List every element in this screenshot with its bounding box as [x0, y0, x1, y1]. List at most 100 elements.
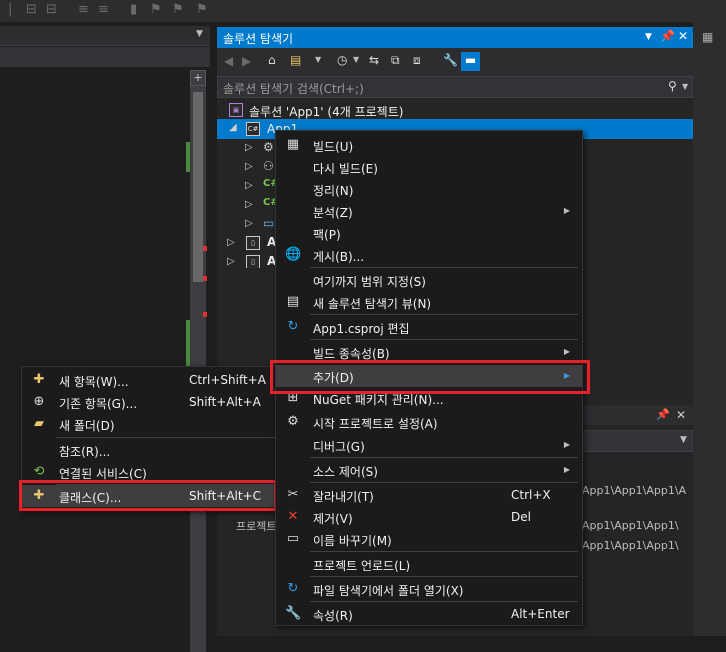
menu-item-remove[interactable]: ✕ 제거(V) Del [276, 506, 582, 528]
menu-item-cut[interactable]: ✂ 잘라내기(T) Ctrl+X [276, 484, 582, 506]
navigation-bar[interactable] [0, 47, 210, 67]
connected-service-icon: ⟲ [33, 464, 45, 479]
path-text: App1\App1\App1\ [582, 539, 679, 552]
right-tool-strip: ▦ [693, 22, 726, 636]
search-placeholder: 솔루션 탐색기 검색(Ctrl+;) [223, 82, 364, 96]
switch-view-icon[interactable]: ▤ [290, 53, 301, 67]
toolbar-separator-icon: | [8, 2, 13, 17]
show-all-files-icon[interactable]: ⧈ [413, 53, 421, 68]
bookmark-next-icon[interactable]: ⚑ [172, 2, 184, 17]
menu-item-nuget[interactable]: ⊞ NuGet 패키지 관리(N)... [276, 387, 582, 409]
menu-item-reference[interactable]: 참조(R)... [22, 439, 279, 461]
close-icon[interactable]: ✕ [676, 408, 686, 422]
scrollbar-thumb[interactable] [193, 92, 203, 282]
menu-separator [310, 457, 578, 458]
wrench-icon[interactable]: 🔧 [443, 53, 458, 67]
collapsed-arrow-icon[interactable]: ▷ [245, 142, 253, 153]
main-toolbar: | ⊟ ⊟ ≡ ≡ ▮ ⚑ ⚑ ⚑ [0, 0, 726, 22]
collapsed-arrow-icon[interactable]: ▷ [245, 199, 253, 210]
submenu-arrow-icon: ▶ [563, 465, 570, 474]
code-editor[interactable] [0, 22, 216, 636]
search-icon[interactable]: ⚲ [668, 79, 677, 93]
menu-separator [310, 314, 578, 315]
window-dropdown-icon[interactable]: ▼ [645, 32, 652, 42]
menu-item-build-dependencies[interactable]: 빌드 종속성(B) ▶ [276, 341, 582, 363]
menu-item-rename[interactable]: ▭ 이름 바꾸기(M) [276, 528, 582, 550]
editor-tab-strip: ▼ [0, 26, 210, 46]
menu-item-new-folder[interactable]: ▰ 새 폴더(D) [22, 413, 279, 435]
menu-item-build[interactable]: ▦ 빌드(U) [276, 134, 582, 156]
change-marker [186, 142, 190, 172]
tree-node-solution[interactable]: ▣ 솔루션 'App1' (4개 프로젝트) [217, 100, 693, 120]
tool-window-icon[interactable]: ▦ [702, 30, 713, 44]
error-marker [203, 312, 207, 317]
pin-icon[interactable]: 📌 [660, 29, 675, 43]
menu-item-clean[interactable]: 정리(N) [276, 178, 582, 200]
menu-item-class[interactable]: ✚ 클래스(C)... Shift+Alt+C [22, 485, 279, 507]
menu-item-unload-project[interactable]: 프로젝트 언로드(L) [276, 553, 582, 575]
collapsed-arrow-icon[interactable]: ▷ [227, 256, 235, 267]
collapsed-arrow-icon[interactable]: ▷ [245, 218, 253, 229]
bookmark-prev-icon[interactable]: ⚑ [150, 2, 162, 17]
home-icon[interactable]: ⌂ [268, 53, 276, 67]
menu-separator [310, 482, 578, 483]
menu-item-rebuild[interactable]: 다시 빌드(E) [276, 156, 582, 178]
change-marker [186, 320, 190, 366]
new-item-icon: ✚ [33, 372, 45, 387]
menu-item-source-control[interactable]: 소스 제어(S) ▶ [276, 459, 582, 481]
menu-item-new-view[interactable]: ▤ 새 솔루션 탐색기 뷰(N) [276, 291, 582, 313]
bookmark-clear-icon[interactable]: ⚑ [196, 2, 208, 17]
bookmark-icon[interactable]: ▮ [130, 2, 137, 17]
menu-item-debug[interactable]: 디버그(G) ▶ [276, 434, 582, 456]
sync-icon[interactable]: ⇆ [369, 53, 379, 67]
xaml-file-icon: ▭ [263, 216, 275, 230]
menu-item-edit-csproj[interactable]: ↻ App1.csproj 편집 [276, 316, 582, 338]
collapsed-arrow-icon[interactable]: ▷ [245, 180, 253, 191]
menu-item-set-startup[interactable]: ⚙ 시작 프로젝트로 설정(A) [276, 411, 582, 433]
tab-dropdown-icon[interactable]: ▼ [196, 29, 203, 39]
solution-explorer-search[interactable]: 솔루션 탐색기 검색(Ctrl+;) ⚲ ▼ [217, 76, 693, 98]
collapsed-arrow-icon[interactable]: ▷ [227, 237, 235, 248]
error-marker [203, 276, 207, 281]
refresh-icon: ↻ [287, 319, 299, 334]
menu-item-connected-service[interactable]: ⟲ 연결된 서비스(C) [22, 461, 279, 483]
menu-item-new-item[interactable]: ✚ 새 항목(W)... Ctrl+Shift+A [22, 369, 279, 391]
back-icon[interactable]: ◀ [224, 54, 233, 68]
split-editor-icon[interactable]: + [190, 70, 206, 86]
menu-item-pack[interactable]: 팩(P) [276, 222, 582, 244]
pending-changes-icon[interactable]: ◷ [337, 53, 347, 67]
existing-item-icon: ⊕ [33, 394, 45, 409]
folder-refresh-icon: ↻ [287, 581, 299, 596]
toolbar-button-icon[interactable]: ⊟ [46, 2, 57, 17]
submenu-arrow-icon: ▶ [563, 371, 570, 380]
pin-icon[interactable]: 📌 [656, 408, 670, 421]
globe-icon: 🌐 [285, 247, 302, 262]
new-view-icon: ▤ [286, 294, 300, 309]
forward-icon[interactable]: ▶ [242, 54, 251, 68]
delete-icon: ✕ [287, 509, 299, 524]
collapse-all-icon[interactable]: ⧉ [391, 53, 400, 68]
close-icon[interactable]: ✕ [678, 29, 688, 43]
menu-item-properties[interactable]: 🔧 속성(R) Alt+Enter [276, 603, 582, 625]
toolbar-button-icon[interactable]: ⊟ [26, 2, 37, 17]
menu-item-open-in-explorer[interactable]: ↻ 파일 탐색기에서 폴더 열기(X) [276, 578, 582, 600]
chevron-down-icon[interactable]: ▼ [682, 82, 688, 91]
menu-separator [310, 601, 578, 602]
preview-icon[interactable]: ▬ [461, 52, 480, 71]
chevron-down-icon[interactable]: ▼ [680, 435, 687, 445]
toolbar-button-icon[interactable]: ≡ [78, 2, 89, 17]
chevron-down-icon[interactable]: ▼ [315, 55, 321, 64]
menu-separator [310, 267, 578, 268]
chevron-down-icon[interactable]: ▼ [353, 55, 359, 64]
menu-item-existing-item[interactable]: ⊕ 기존 항목(G)... Shift+Alt+A [22, 391, 279, 413]
expanded-arrow-icon[interactable]: ◢ [229, 122, 237, 133]
solution-explorer-title: 솔루션 탐색기 [223, 32, 294, 46]
toolbar-button-icon[interactable]: ≡ [98, 2, 109, 17]
submenu-arrow-icon: ▶ [563, 347, 570, 356]
menu-item-add[interactable]: 추가(D) ▶ [276, 365, 582, 387]
menu-item-publish[interactable]: 🌐 게시(B)... [276, 244, 582, 266]
collapsed-arrow-icon[interactable]: ▷ [245, 161, 253, 172]
menu-item-analyze[interactable]: 분석(Z) ▶ [276, 200, 582, 222]
rename-icon: ▭ [286, 531, 300, 546]
menu-item-scope-to-this[interactable]: 여기까지 범위 지정(S) [276, 269, 582, 291]
